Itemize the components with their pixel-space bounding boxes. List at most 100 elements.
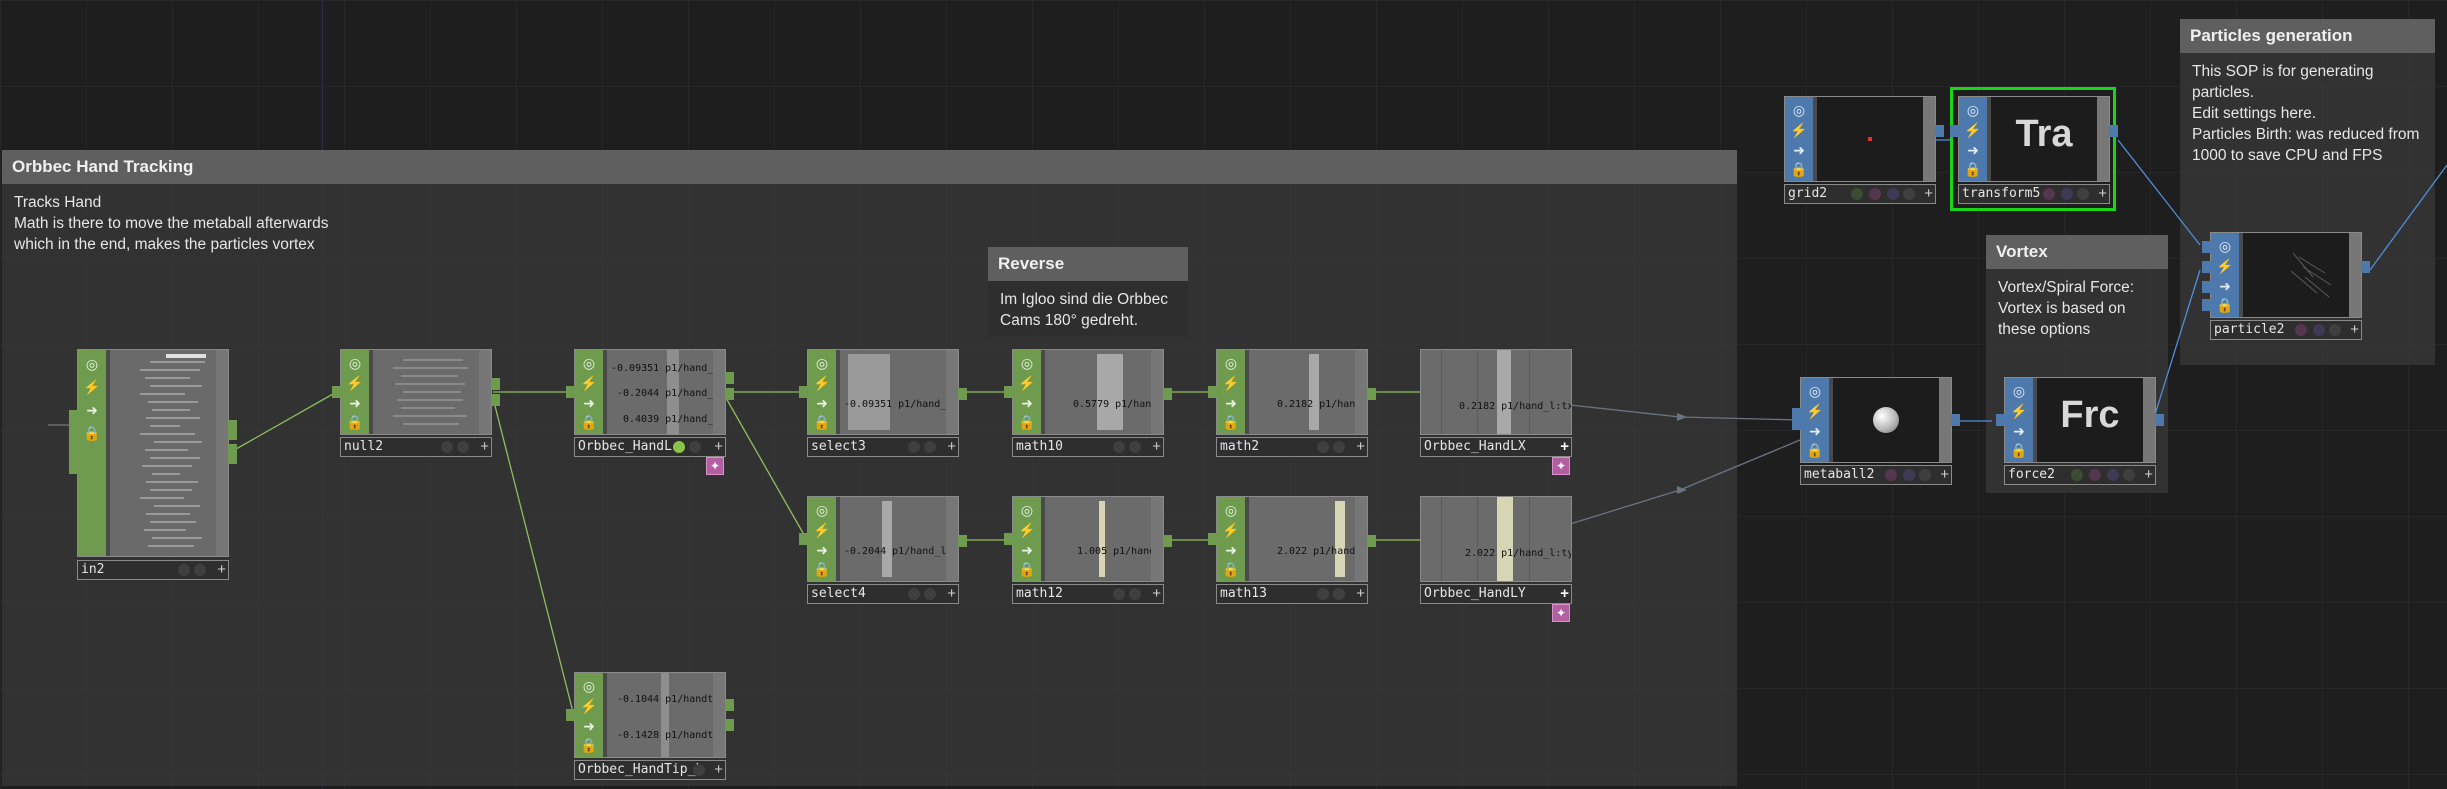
- viewer-flag-icon[interactable]: [1919, 469, 1931, 481]
- lock-icon[interactable]: 🔒: [82, 423, 102, 443]
- display-flag-icon[interactable]: [2043, 188, 2055, 200]
- viewer-flag-icon[interactable]: [2329, 324, 2341, 336]
- node-footer[interactable]: in2 +: [77, 560, 229, 580]
- annotation-reverse[interactable]: Reverse Im Igloo sind die Orbbec Cams 18…: [988, 247, 1188, 337]
- lock-icon[interactable]: 🔒: [1221, 559, 1241, 579]
- display-flag-icon[interactable]: [194, 564, 206, 576]
- node-footer[interactable]: metaball2 +: [1800, 465, 1952, 485]
- display-flag-icon[interactable]: [1129, 588, 1141, 600]
- node-math13[interactable]: ◎ ⚡ ➜ 🔒 2.022 p1/hand_l math13 +: [1208, 496, 1376, 604]
- node-in2[interactable]: ◎ ⚡ ➜ 🔒 in2 +: [69, 349, 237, 580]
- cook-icon[interactable]: ◎: [579, 353, 599, 373]
- viewer-flag-icon[interactable]: [1113, 441, 1125, 453]
- viewer-flag-icon[interactable]: [689, 441, 701, 453]
- export-arrow-icon[interactable]: ➜: [1963, 140, 1983, 160]
- cook-icon[interactable]: ◎: [2009, 381, 2029, 401]
- plus-icon[interactable]: +: [1924, 185, 1933, 203]
- display-flag-icon[interactable]: [1333, 441, 1345, 453]
- bypass-icon[interactable]: ⚡: [82, 377, 102, 397]
- export-arrow-icon[interactable]: ➜: [812, 540, 832, 560]
- node-name[interactable]: in2: [81, 562, 104, 577]
- node-name[interactable]: transform5: [1962, 186, 2040, 201]
- plus-icon[interactable]: +: [1356, 438, 1365, 456]
- node-footer[interactable]: math2 +: [1216, 437, 1368, 457]
- lock-icon[interactable]: 🔒: [1805, 440, 1825, 460]
- cook-icon[interactable]: ◎: [82, 354, 102, 374]
- lock-icon[interactable]: 🔒: [812, 412, 832, 432]
- node-footer[interactable]: math12 +: [1012, 584, 1164, 604]
- export-arrow-icon[interactable]: ➜: [1017, 393, 1037, 413]
- viewer-flag-icon[interactable]: [693, 764, 705, 776]
- node-footer[interactable]: Orbbec_HandLY +: [1420, 584, 1572, 604]
- export-arrow-icon[interactable]: ➜: [579, 716, 599, 736]
- template-flag-icon[interactable]: [2107, 469, 2119, 481]
- display-flag-icon[interactable]: [924, 441, 936, 453]
- node-name[interactable]: Orbbec_HandTip_L: [578, 762, 703, 777]
- template-flag-icon[interactable]: [1887, 188, 1899, 200]
- node-orbbec-handly[interactable]: 2.022 p1/hand_l:ty Orbbec_HandLY + ✦: [1420, 496, 1572, 628]
- bypass-icon[interactable]: ⚡: [2009, 401, 2029, 421]
- bypass-icon[interactable]: ⚡: [812, 373, 832, 393]
- cook-icon[interactable]: ◎: [2215, 236, 2235, 256]
- export-arrow-icon[interactable]: ➜: [1221, 393, 1241, 413]
- node-orbbec-handtip-l[interactable]: ◎ ⚡ ➜ 🔒 -0.1044 p1/handti -0.1428 p1/han…: [566, 672, 734, 780]
- node-transform5[interactable]: ◎ ⚡ ➜ 🔒 Tra transform5 +: [1950, 96, 2118, 204]
- bypass-icon[interactable]: ⚡: [579, 373, 599, 393]
- node-null2[interactable]: ◎ ⚡ ➜ 🔒 null2 +: [332, 349, 500, 457]
- render-flag-icon[interactable]: [2295, 324, 2307, 336]
- cook-icon[interactable]: ◎: [1221, 353, 1241, 373]
- display-flag-icon[interactable]: [1851, 188, 1863, 200]
- lock-icon[interactable]: 🔒: [579, 412, 599, 432]
- export-arrow-icon[interactable]: ➜: [1017, 540, 1037, 560]
- viewer-flag-icon[interactable]: [1903, 188, 1915, 200]
- plus-icon[interactable]: +: [1356, 585, 1365, 603]
- node-math10[interactable]: ◎ ⚡ ➜ 🔒 0.5779 p1/hand_l math10 +: [1004, 349, 1172, 457]
- plus-icon[interactable]: +: [2144, 466, 2153, 484]
- plus-icon[interactable]: +: [217, 561, 226, 579]
- cook-icon[interactable]: ◎: [579, 676, 599, 696]
- node-orbbec-handlx[interactable]: 0.2182 p1/hand_l:tx Orbbec_HandLX + ✦: [1420, 349, 1572, 481]
- lock-icon[interactable]: 🔒: [579, 735, 599, 755]
- lock-icon[interactable]: 🔒: [345, 412, 365, 432]
- export-arrow-icon[interactable]: ➜: [579, 393, 599, 413]
- viewer-flag-icon[interactable]: [1317, 441, 1329, 453]
- lock-icon[interactable]: 🔒: [1221, 412, 1241, 432]
- cook-icon[interactable]: ◎: [1017, 500, 1037, 520]
- node-footer[interactable]: select4 +: [807, 584, 959, 604]
- export-arrow-icon[interactable]: ➜: [1789, 140, 1809, 160]
- viewer-flag-icon[interactable]: [178, 564, 190, 576]
- display-flag-icon[interactable]: [1333, 588, 1345, 600]
- lock-icon[interactable]: 🔒: [2215, 295, 2235, 315]
- plus-icon[interactable]: +: [947, 438, 956, 456]
- export-arrow-icon[interactable]: ➜: [82, 400, 102, 420]
- export-arrow-icon[interactable]: ➜: [1221, 540, 1241, 560]
- node-name[interactable]: null2: [344, 439, 383, 454]
- display-flag-icon[interactable]: [2071, 469, 2083, 481]
- lock-icon[interactable]: 🔒: [1963, 159, 1983, 179]
- lock-icon[interactable]: 🔒: [2009, 440, 2029, 460]
- lock-icon[interactable]: 🔒: [812, 559, 832, 579]
- bypass-icon[interactable]: ⚡: [1963, 120, 1983, 140]
- node-math2[interactable]: ◎ ⚡ ➜ 🔒 0.2182 p1/hand_l math2 +: [1208, 349, 1376, 457]
- node-footer[interactable]: force2 +: [2004, 465, 2156, 485]
- active-flag-icon[interactable]: [673, 441, 685, 453]
- plus-icon[interactable]: +: [2098, 185, 2107, 203]
- display-flag-icon[interactable]: [1129, 441, 1141, 453]
- node-footer[interactable]: math13 +: [1216, 584, 1368, 604]
- template-flag-icon[interactable]: [2061, 188, 2073, 200]
- node-particle2[interactable]: ◎ ⚡ ➜ 🔒 particle2 +: [2202, 232, 2370, 340]
- bypass-icon[interactable]: ⚡: [345, 373, 365, 393]
- plus-icon[interactable]: +: [480, 438, 489, 456]
- plus-icon[interactable]: +: [714, 761, 723, 779]
- render-flag-icon[interactable]: [2089, 469, 2101, 481]
- bypass-icon[interactable]: ⚡: [1805, 401, 1825, 421]
- export-arrow-icon[interactable]: ➜: [2009, 421, 2029, 441]
- node-name[interactable]: math10: [1016, 439, 1063, 454]
- cook-icon[interactable]: ◎: [812, 353, 832, 373]
- node-name[interactable]: force2: [2008, 467, 2055, 482]
- node-name[interactable]: math12: [1016, 586, 1063, 601]
- plus-icon[interactable]: +: [2350, 321, 2359, 339]
- node-name[interactable]: Orbbec_HandLY: [1424, 586, 1526, 601]
- export-arrow-icon[interactable]: ➜: [1805, 421, 1825, 441]
- display-flag-icon[interactable]: [924, 588, 936, 600]
